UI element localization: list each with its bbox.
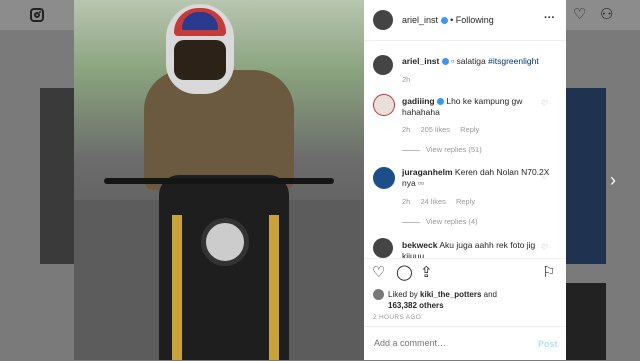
comment-3-clip: bekweck Aku juga aahh rek foto jig kiiuu… bbox=[364, 236, 566, 258]
caption-text: ▫ salatiga bbox=[451, 56, 486, 66]
post-header: ariel_inst • Following ··· bbox=[364, 0, 566, 41]
post-timestamp: 2 HOURS AGO bbox=[373, 314, 422, 321]
profile-icon[interactable]: ⚇ bbox=[600, 7, 613, 23]
view-replies-line bbox=[402, 221, 420, 223]
comment-meta: 2h 24 likes Reply bbox=[402, 197, 475, 206]
comment-time: 2h bbox=[402, 125, 411, 134]
view-replies-row[interactable]: View replies (51) bbox=[402, 145, 482, 154]
comment-1: gadiiing Lho ke kampung gw hahahaha bbox=[402, 96, 552, 118]
comment-2: juraganhelm Keren dah Nolan N70.2X nya ▫… bbox=[402, 167, 552, 189]
liked-by-username[interactable]: kiki_the_potters bbox=[420, 290, 481, 299]
post-comment-button[interactable]: Post bbox=[538, 339, 558, 349]
liked-by-text: Liked by kiki_the_potters and 163,382 ot… bbox=[388, 289, 558, 311]
author-username[interactable]: ariel_inst bbox=[402, 15, 438, 25]
share-icon[interactable]: ⇪ bbox=[420, 265, 433, 281]
comment-bubble-icon[interactable]: ◯ bbox=[396, 265, 413, 281]
post-detail-panel: ariel_inst • Following ··· ariel_inst ▫ … bbox=[364, 0, 566, 360]
view-replies-label[interactable]: View replies (51) bbox=[426, 145, 482, 154]
next-arrow-icon[interactable]: › bbox=[610, 170, 616, 190]
photo-fork-right bbox=[269, 215, 279, 360]
comment-likes[interactable]: 205 likes bbox=[420, 125, 450, 134]
header-separator: • bbox=[450, 15, 454, 25]
verified-badge-icon bbox=[440, 17, 448, 25]
caption: ariel_inst ▫ salatiga #itsgreenlight bbox=[402, 56, 539, 67]
comment-username[interactable]: juraganhelm bbox=[402, 167, 453, 177]
comment-meta: 2h 205 likes Reply bbox=[402, 125, 479, 134]
comment-like-icon[interactable]: ♡ bbox=[541, 243, 548, 252]
photo-fork-left bbox=[172, 215, 182, 360]
comment-time: 2h bbox=[402, 197, 411, 206]
view-replies-row[interactable]: View replies (4) bbox=[402, 217, 478, 226]
next-post-preview[interactable] bbox=[566, 88, 606, 264]
liked-by-prefix: Liked by bbox=[388, 290, 418, 299]
comment-likes[interactable]: 24 likes bbox=[420, 197, 445, 206]
bookmark-icon[interactable]: ⚐ bbox=[542, 265, 555, 281]
commenter-avatar[interactable] bbox=[373, 94, 395, 116]
following-button[interactable]: Following bbox=[456, 15, 494, 25]
post-photo[interactable] bbox=[74, 0, 364, 360]
next-post-preview-lower bbox=[566, 283, 606, 360]
photo-handlebar bbox=[104, 178, 334, 184]
caption-time: 2h bbox=[402, 75, 411, 84]
liked-by-others[interactable]: 163,382 others bbox=[388, 301, 444, 310]
comment-username[interactable]: gadiiing bbox=[402, 96, 435, 106]
commenter-avatar[interactable] bbox=[373, 238, 393, 258]
caption-avatar[interactable] bbox=[373, 55, 393, 75]
add-comment-bar: Post bbox=[364, 326, 566, 361]
caption-username[interactable]: ariel_inst bbox=[402, 56, 439, 66]
reply-button[interactable]: Reply bbox=[460, 125, 479, 134]
photo-helmet-visor bbox=[174, 40, 226, 80]
view-replies-line bbox=[402, 149, 420, 151]
caption-hashtag[interactable]: #itsgreenlight bbox=[488, 56, 539, 66]
author-avatar[interactable] bbox=[373, 10, 393, 30]
commenter-avatar[interactable] bbox=[373, 167, 395, 189]
photo-headlight bbox=[201, 218, 249, 266]
previous-post-preview[interactable] bbox=[40, 88, 74, 264]
verified-badge-icon bbox=[436, 98, 444, 106]
liked-by-avatar[interactable] bbox=[373, 289, 384, 300]
verified-badge-icon bbox=[441, 58, 449, 66]
post-author-line: ariel_inst • Following bbox=[402, 15, 494, 26]
instagram-logo-icon[interactable] bbox=[30, 8, 44, 22]
more-options-button[interactable]: ··· bbox=[544, 13, 555, 24]
add-comment-input[interactable] bbox=[372, 337, 526, 349]
comment-like-icon[interactable]: ♡ bbox=[541, 99, 548, 108]
view-replies-label[interactable]: View replies (4) bbox=[426, 217, 478, 226]
heart-icon[interactable]: ♡ bbox=[573, 7, 586, 23]
comment-like-icon[interactable]: ♡ bbox=[541, 172, 548, 181]
reply-button[interactable]: Reply bbox=[456, 197, 475, 206]
comment-3: bekweck Aku juga aahh rek foto jig kiiuu… bbox=[402, 240, 552, 258]
comment-username[interactable]: bekweck bbox=[402, 240, 437, 250]
like-heart-icon[interactable]: ♡ bbox=[372, 265, 385, 281]
liked-by-and: and bbox=[483, 290, 497, 299]
